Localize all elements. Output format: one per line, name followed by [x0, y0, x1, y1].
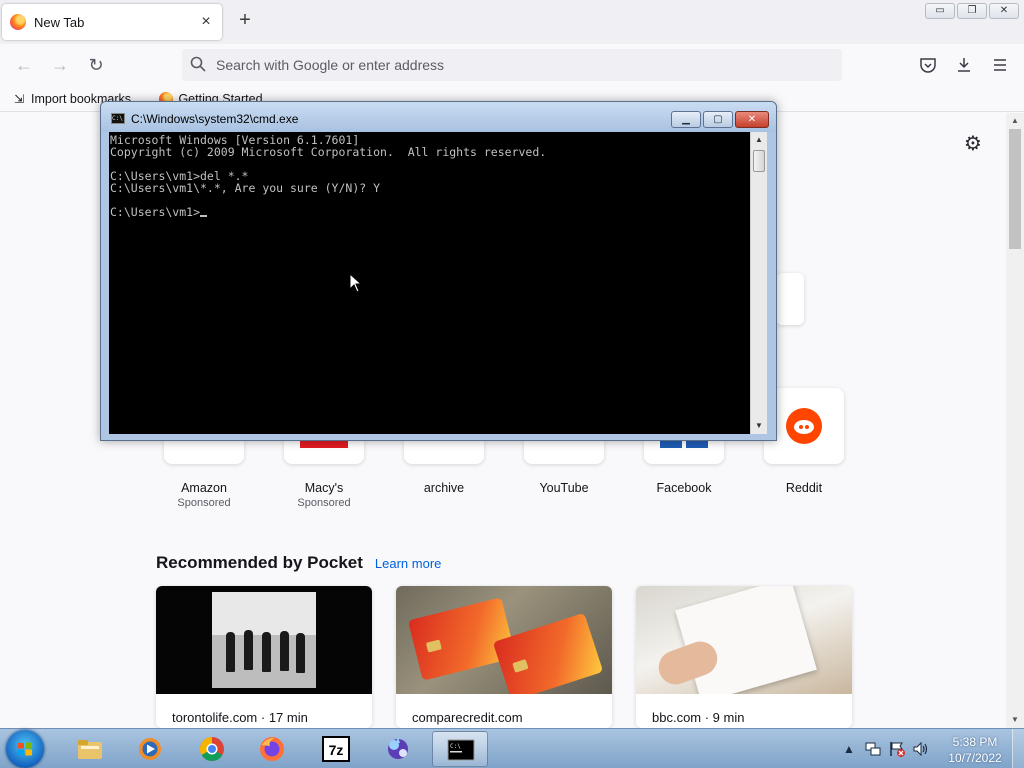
search-icon — [190, 56, 206, 72]
text-cursor — [200, 215, 208, 217]
scroll-up-icon[interactable]: ▲ — [751, 133, 767, 147]
forward-icon[interactable]: → — [49, 54, 71, 76]
cmd-close-button[interactable]: ✕ — [735, 111, 769, 128]
console-icon: C:\ — [447, 739, 475, 761]
clock-date: 10/7/2022 — [948, 751, 1002, 765]
back-icon[interactable]: ← — [13, 54, 35, 76]
story-source: comparecredit.com — [412, 710, 523, 725]
folder-icon — [78, 740, 102, 759]
story-image — [636, 586, 852, 694]
address-bar[interactable]: Search with Google or enter address — [182, 49, 842, 81]
scroll-down-icon[interactable]: ▼ — [751, 419, 767, 433]
shortcut-label: Macy's — [304, 481, 344, 495]
learn-more-link[interactable]: Learn more — [375, 556, 441, 571]
media-player-icon — [139, 738, 161, 760]
console-prompt-line: C:\Users\vm1> — [110, 206, 749, 218]
mouse-pointer-icon — [349, 273, 363, 293]
taskbar-app[interactable] — [370, 731, 426, 767]
sponsored-label: Sponsored — [177, 497, 231, 509]
clock[interactable]: 5:38 PM 10/7/2022 — [940, 734, 1010, 766]
cmd-window: C:\ C:\Windows\system32\cmd.exe ▁ ▢ ✕ Mi… — [100, 101, 777, 441]
taskbar-cmd[interactable]: C:\ — [432, 731, 488, 767]
sponsored-label: Sponsored — [297, 497, 351, 509]
menu-icon[interactable] — [991, 56, 1009, 74]
minimize-button[interactable]: ▭ — [925, 3, 955, 19]
shortcut-label: YouTube — [539, 481, 589, 495]
scroll-down-icon[interactable]: ▼ — [1006, 713, 1024, 727]
import-icon: ⇲ — [13, 91, 25, 106]
chrome-icon — [199, 737, 224, 762]
pocket-header: Recommended by Pocket Learn more — [156, 553, 441, 573]
show-desktop-button[interactable] — [1012, 729, 1024, 768]
svg-text:C:\: C:\ — [450, 743, 461, 750]
taskbar: 7z C:\ ▲ 5:38 PM 10/7/2022 — [0, 728, 1024, 768]
console-line: Copyright (c) 2009 Microsoft Corporation… — [110, 145, 547, 159]
clock-time: 5:38 PM — [952, 735, 998, 749]
restore-button[interactable]: ❐ — [957, 3, 987, 19]
cmd-maximize-button[interactable]: ▢ — [703, 111, 733, 128]
scroll-up-icon[interactable]: ▲ — [1006, 114, 1024, 128]
reddit-icon — [786, 408, 822, 444]
new-tab-button[interactable]: + — [234, 10, 256, 32]
console-line: C:\Users\vm1\*.*, Are you sure (Y/N)? Y — [110, 181, 381, 195]
page-scrollbar[interactable]: ▲ ▼ — [1006, 113, 1024, 728]
reload-icon[interactable]: ↻ — [85, 54, 107, 76]
tab-new-tab[interactable]: New Tab × — [2, 4, 222, 40]
cmd-minimize-button[interactable]: ▁ — [671, 111, 701, 128]
shortcut-label: archive — [423, 481, 465, 495]
story-image — [156, 586, 372, 694]
network-icon[interactable] — [864, 740, 882, 758]
address-placeholder: Search with Google or enter address — [216, 57, 445, 73]
firefox-icon — [10, 14, 26, 30]
cmd-scrollbar[interactable]: ▲ ▼ — [750, 132, 767, 434]
system-tray: ▲ — [840, 729, 936, 768]
shortcut-label: Reddit — [785, 481, 823, 495]
volume-icon[interactable] — [912, 740, 930, 758]
scroll-thumb[interactable] — [1009, 129, 1021, 249]
cmd-titlebar[interactable]: C:\ C:\Windows\system32\cmd.exe ▁ ▢ ✕ — [101, 102, 776, 132]
firefox-icon — [260, 737, 284, 761]
tab-close-icon[interactable]: × — [198, 13, 214, 31]
pocket-card-bbc[interactable]: bbc.com · 9 min — [636, 586, 852, 728]
pocket-title: Recommended by Pocket — [156, 553, 363, 572]
taskbar-media-player[interactable] — [122, 731, 178, 767]
story-source: bbc.com · 9 min — [652, 710, 745, 725]
action-center-flag-icon[interactable] — [888, 740, 906, 758]
tab-bar: New Tab × + ▭ ❐ ✕ — [0, 0, 1024, 44]
taskbar-7zip[interactable]: 7z — [308, 731, 364, 767]
taskbar-firefox[interactable] — [244, 731, 300, 767]
console-output[interactable]: Microsoft Windows [Version 6.1.7601] Cop… — [109, 132, 750, 434]
close-button[interactable]: ✕ — [989, 3, 1019, 19]
taskbar-explorer[interactable] — [62, 731, 118, 767]
pocket-card-comparecredit[interactable]: comparecredit.com — [396, 586, 612, 728]
search-box-edge — [776, 273, 804, 325]
story-image — [396, 586, 612, 694]
console-prompt: C:\Users\vm1> — [110, 205, 201, 219]
story-source: torontolife.com · 17 min — [172, 710, 308, 725]
app-icon — [388, 737, 408, 759]
pocket-icon[interactable] — [919, 56, 937, 74]
shortcut-label: Facebook — [656, 481, 712, 495]
show-hidden-icons-icon[interactable]: ▲ — [840, 740, 858, 758]
cmd-title: C:\Windows\system32\cmd.exe — [131, 112, 299, 126]
7zip-icon: 7z — [322, 736, 350, 762]
downloads-icon[interactable] — [955, 56, 973, 74]
console-icon: C:\ — [111, 113, 125, 124]
start-button[interactable] — [6, 730, 44, 768]
nav-bar: ← → ↻ Search with Google or enter addres… — [0, 44, 1024, 86]
taskbar-chrome[interactable] — [184, 731, 240, 767]
svg-text:7z: 7z — [329, 742, 344, 758]
pocket-card-toronto[interactable]: torontolife.com · 17 min — [156, 586, 372, 728]
tab-title: New Tab — [34, 14, 85, 30]
scroll-thumb[interactable] — [753, 150, 765, 172]
shortcut-label: Amazon — [181, 481, 227, 495]
windows-logo-icon — [18, 742, 32, 756]
gear-icon[interactable]: ⚙ — [964, 131, 982, 156]
